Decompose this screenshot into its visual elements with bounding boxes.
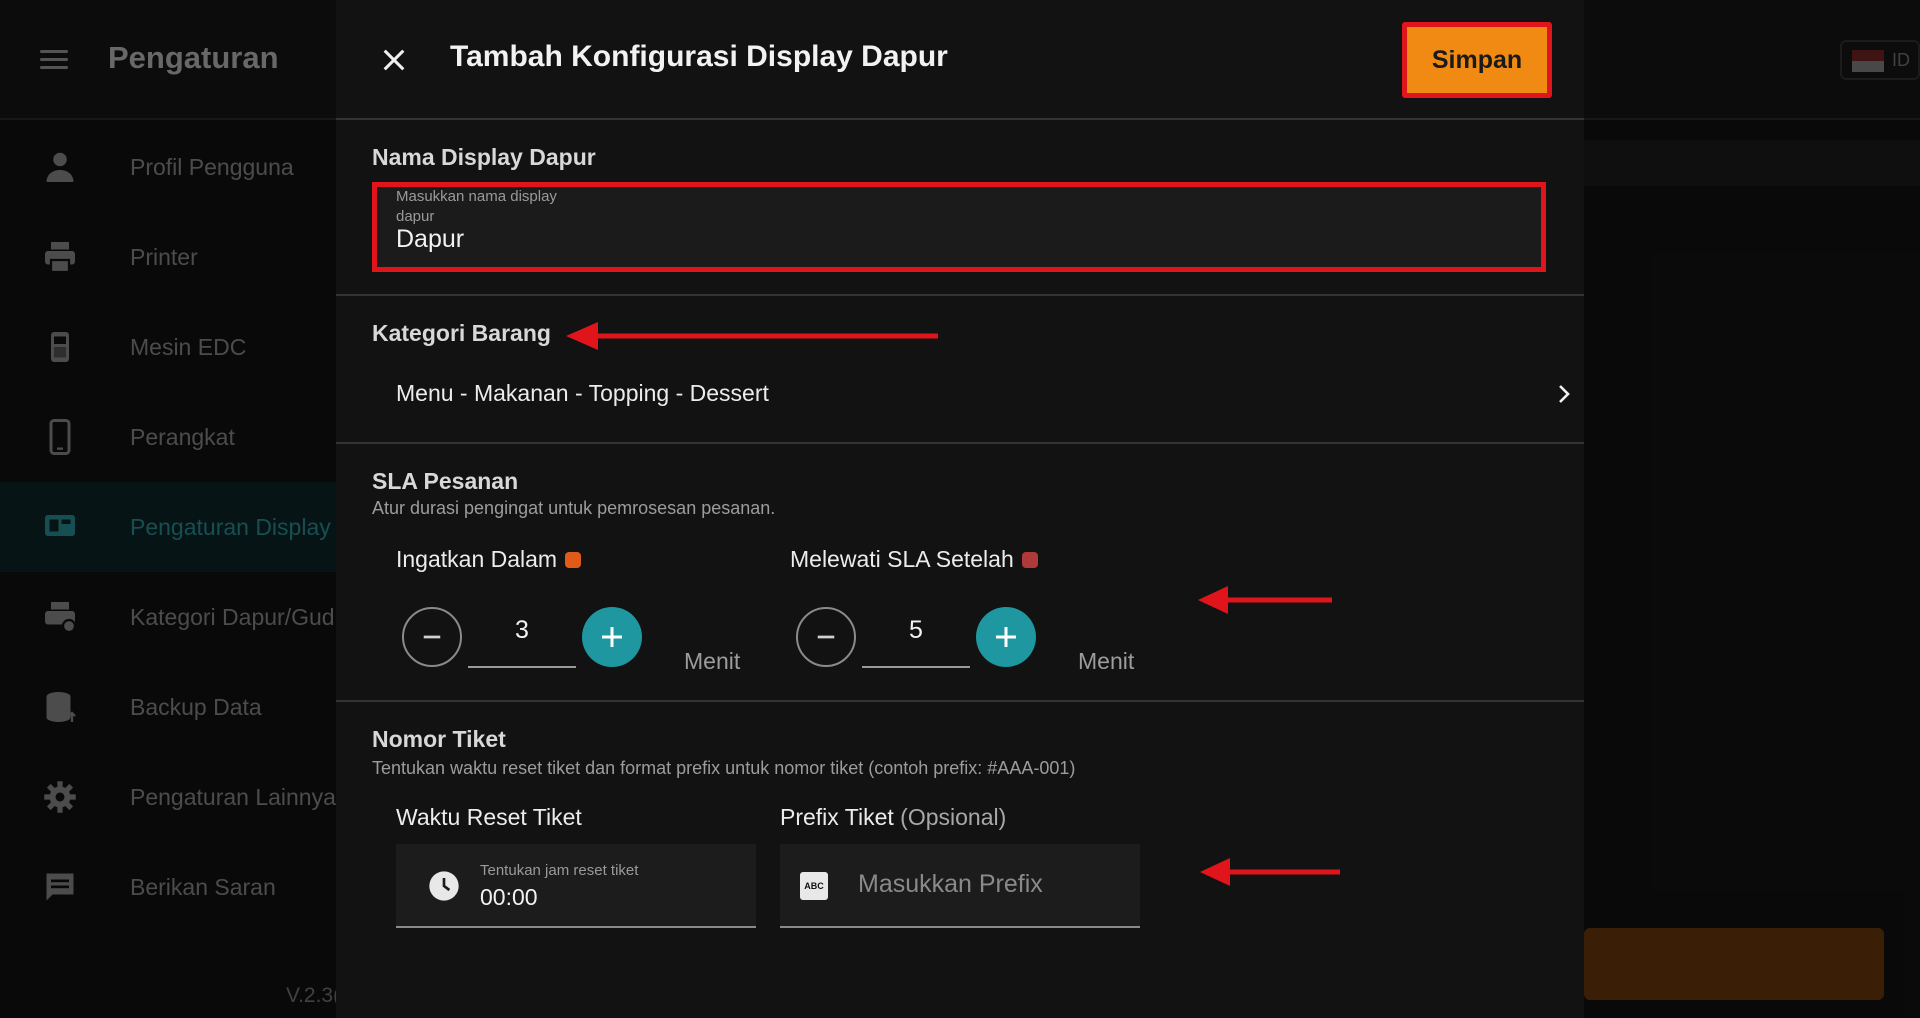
remind-label-text: Ingatkan Dalam <box>396 546 558 572</box>
minus-icon <box>423 635 441 639</box>
reset-time-field[interactable]: Tentukan jam reset tiket 00:00 <box>396 844 756 928</box>
sla-section: SLA Pesanan Atur durasi pengingat untuk … <box>336 444 1584 702</box>
sla-section-description: Atur durasi pengingat untuk pemrosesan p… <box>372 498 776 518</box>
dialog-title: Tambah Konfigurasi Display Dapur <box>450 40 948 73</box>
overdue-label: Melewati SLA Setelah <box>790 546 1038 573</box>
reset-time-value: 00:00 <box>480 884 538 910</box>
plus-icon <box>602 627 622 647</box>
category-selector[interactable]: Menu - Makanan - Topping - Dessert <box>372 370 1570 420</box>
reset-time-hint: Tentukan jam reset tiket <box>480 862 639 879</box>
reset-time-label: Waktu Reset Tiket <box>396 804 582 830</box>
ticket-section: Nomor Tiket Tentukan waktu reset tiket d… <box>336 702 1584 1018</box>
close-icon <box>383 49 405 71</box>
prefix-placeholder: Masukkan Prefix <box>858 870 1043 898</box>
annotation-arrow-icon <box>566 322 938 350</box>
overdue-decrement-button[interactable] <box>796 607 856 667</box>
chevron-right-icon <box>1559 385 1570 403</box>
remind-color-dot <box>565 552 582 568</box>
annotation-arrow-icon <box>1200 858 1340 886</box>
category-value: Menu - Makanan - Topping - Dessert <box>396 380 769 406</box>
display-name-field[interactable]: Masukkan nama display dapur Dapur <box>372 182 1546 272</box>
remind-label: Ingatkan Dalam <box>396 546 582 573</box>
close-button[interactable] <box>372 38 416 82</box>
remind-increment-button[interactable] <box>582 607 642 667</box>
prefix-label-text: Prefix Tiket <box>780 804 894 830</box>
display-name-field-label: Masukkan nama display dapur <box>396 188 557 225</box>
display-name-value: Dapur <box>396 225 465 253</box>
ticket-section-description: Tentukan waktu reset tiket dan format pr… <box>372 758 1076 778</box>
annotation-arrow-icon <box>1198 586 1332 614</box>
overdue-increment-button[interactable] <box>976 607 1036 667</box>
overdue-unit: Menit <box>1078 648 1135 674</box>
name-section-title: Nama Display Dapur <box>372 144 596 170</box>
sla-section-title: SLA Pesanan <box>372 468 519 494</box>
minus-icon <box>817 635 835 639</box>
save-button[interactable]: Simpan <box>1402 22 1552 98</box>
prefix-optional-text: (Opsional) <box>900 804 1007 830</box>
abc-icon: ABC <box>800 872 828 900</box>
overdue-label-text: Melewati SLA Setelah <box>790 546 1014 572</box>
ticket-section-title: Nomor Tiket <box>372 726 506 752</box>
plus-icon <box>996 627 1016 647</box>
prefix-label: Prefix Tiket (Opsional) <box>780 804 1006 831</box>
overdue-color-dot <box>1021 552 1038 568</box>
remind-unit: Menit <box>684 648 741 674</box>
remind-decrement-button[interactable] <box>402 607 462 667</box>
prefix-field[interactable]: ABC Masukkan Prefix <box>780 844 1140 928</box>
kitchen-display-config-dialog: Tambah Konfigurasi Display Dapur Simpan … <box>336 0 1584 1018</box>
remind-value[interactable]: 3 <box>468 600 576 668</box>
category-section-title: Kategori Barang <box>372 320 551 346</box>
overdue-value[interactable]: 5 <box>862 600 970 668</box>
dialog-header: Tambah Konfigurasi Display Dapur Simpan <box>336 0 1584 120</box>
clock-icon <box>429 871 459 901</box>
